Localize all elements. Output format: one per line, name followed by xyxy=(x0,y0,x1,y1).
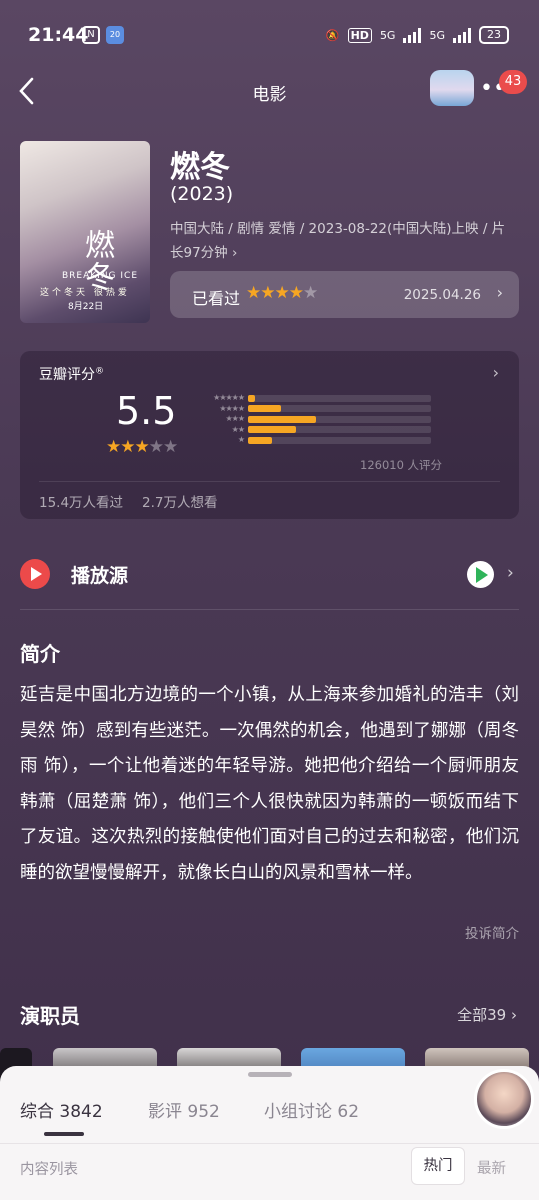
chevron-right-icon: › xyxy=(496,283,503,302)
movie-poster[interactable]: 燃冬 BREAKING ICE 这个冬天 很热爱 8月22日 xyxy=(20,141,150,323)
rating-label: 豆瓣评分® xyxy=(39,366,104,383)
watched-count: 15.4万人看过 xyxy=(39,495,124,511)
rating-bar-row: ★★★★★ xyxy=(198,393,438,404)
synopsis-title: 简介 xyxy=(20,642,60,666)
divider xyxy=(39,481,500,482)
tab-reviews[interactable]: 影评 952 xyxy=(148,1097,220,1122)
bar-star-label: ★ xyxy=(237,435,245,445)
seen-date: 2025.04.26 xyxy=(403,287,481,303)
rating-bar-row: ★★ xyxy=(198,425,438,436)
chevron-right-icon: › xyxy=(492,363,499,382)
bar-star-label: ★★ xyxy=(231,424,245,434)
seen-label: 已看过 xyxy=(192,289,241,308)
content-list-label: 内容列表 xyxy=(20,1162,78,1178)
douban-rating-card[interactable]: 豆瓣评分® › 5.5 ★★★★★ ★★★★★ ★★★★ ★★★ ★★ ★ 126010… xyxy=(20,351,519,519)
bar-fill xyxy=(248,394,256,402)
rating-bar-row: ★★★ xyxy=(198,414,438,425)
divider xyxy=(0,1143,539,1144)
synopsis-text: 延吉是中国北方边境的一个小镇，从上海来参加婚礼的浩丰（刘昊然 饰）感到有些迷茫。… xyxy=(20,685,519,883)
google-play-icon xyxy=(467,561,494,588)
nav-bar: 电影 •• 43 xyxy=(0,70,539,114)
rating-stars: ★★★★★ xyxy=(106,437,178,457)
bar-fill xyxy=(248,426,296,434)
bar-fill xyxy=(248,415,316,423)
tab-overview[interactable]: 综合 3842 xyxy=(20,1097,103,1122)
active-tab-indicator xyxy=(44,1132,84,1136)
my-rating-card[interactable]: 已看过 ★★★★★ 2025.04.26 › xyxy=(170,271,519,318)
poster-english-title: BREAKING ICE xyxy=(62,271,139,281)
sort-new-button[interactable]: 最新 xyxy=(477,1157,506,1178)
movie-title: 燃冬 xyxy=(170,150,230,185)
notification-badge: 43 xyxy=(499,70,527,94)
mini-poster-thumbnail[interactable] xyxy=(430,70,474,106)
play-circle-icon xyxy=(20,559,50,589)
total-raters: 126010 人评分 xyxy=(360,458,443,472)
bar-track xyxy=(248,426,431,434)
signal-icon xyxy=(403,27,422,43)
rating-bar-row: ★★★★ xyxy=(198,404,438,415)
weather-notification-icon: 20 xyxy=(106,26,124,44)
poster-title: 燃冬 xyxy=(79,229,114,293)
discussion-sheet[interactable]: 综合 3842 影评 952 小组讨论 62 内容列表 热门 最新 xyxy=(0,1066,539,1200)
bar-fill xyxy=(248,405,281,413)
hd-label: HD xyxy=(347,27,372,43)
play-source-label: 播放源 xyxy=(71,565,129,587)
poster-tagline: 这个冬天 很热爱 xyxy=(40,288,130,298)
bar-track xyxy=(248,436,431,444)
chevron-right-icon: › xyxy=(507,563,514,583)
my-rating-stars: ★★★★★ xyxy=(246,283,318,303)
movie-year: (2023) xyxy=(170,183,234,205)
clock: 21:44 xyxy=(28,24,89,46)
sheet-drag-handle[interactable] xyxy=(248,1072,292,1077)
bar-track xyxy=(248,415,431,423)
mute-icon: 🔕 xyxy=(325,28,340,42)
cast-title: 演职员 xyxy=(20,1004,80,1028)
cast-all-link[interactable]: 全部39 › xyxy=(457,1004,517,1025)
bar-star-label: ★★★ xyxy=(225,414,245,424)
rating-bar-row: ★ xyxy=(198,435,438,446)
rating-score: 5.5 xyxy=(116,389,177,433)
divider xyxy=(20,609,519,610)
play-source-row[interactable]: 播放源 › xyxy=(20,552,519,598)
notification-icon: N xyxy=(82,26,100,44)
complain-synopsis-link[interactable]: 投诉简介 xyxy=(465,922,519,942)
bar-track xyxy=(248,405,431,413)
poster-date: 8月22日 xyxy=(68,302,104,312)
tab-group-discussion[interactable]: 小组讨论 62 xyxy=(264,1097,359,1122)
user-avatar[interactable] xyxy=(474,1069,534,1129)
sort-toggle: 热门 最新 xyxy=(411,1147,529,1185)
net-label-2: 5G xyxy=(429,28,445,42)
bar-fill xyxy=(248,436,272,444)
status-bar: 21:44 N 20 🔕 HD 5G 5G 23 xyxy=(0,0,539,70)
signal-icon-2 xyxy=(453,27,471,43)
movie-meta[interactable]: 中国大陆 / 剧情 爱情 / 2023-08-22(中国大陆)上映 / 片长97… xyxy=(170,217,515,265)
rating-distribution: ★★★★★ ★★★★ ★★★ ★★ ★ xyxy=(198,393,438,446)
bar-star-label: ★★★★ xyxy=(219,403,245,413)
sort-hot-button[interactable]: 热门 xyxy=(411,1147,465,1185)
bar-track xyxy=(248,394,431,402)
bar-star-label: ★★★★★ xyxy=(213,393,245,403)
want-count: 2.7万人想看 xyxy=(142,495,218,511)
net-label-1: 5G xyxy=(379,28,396,42)
battery-icon: 23 xyxy=(479,26,509,44)
